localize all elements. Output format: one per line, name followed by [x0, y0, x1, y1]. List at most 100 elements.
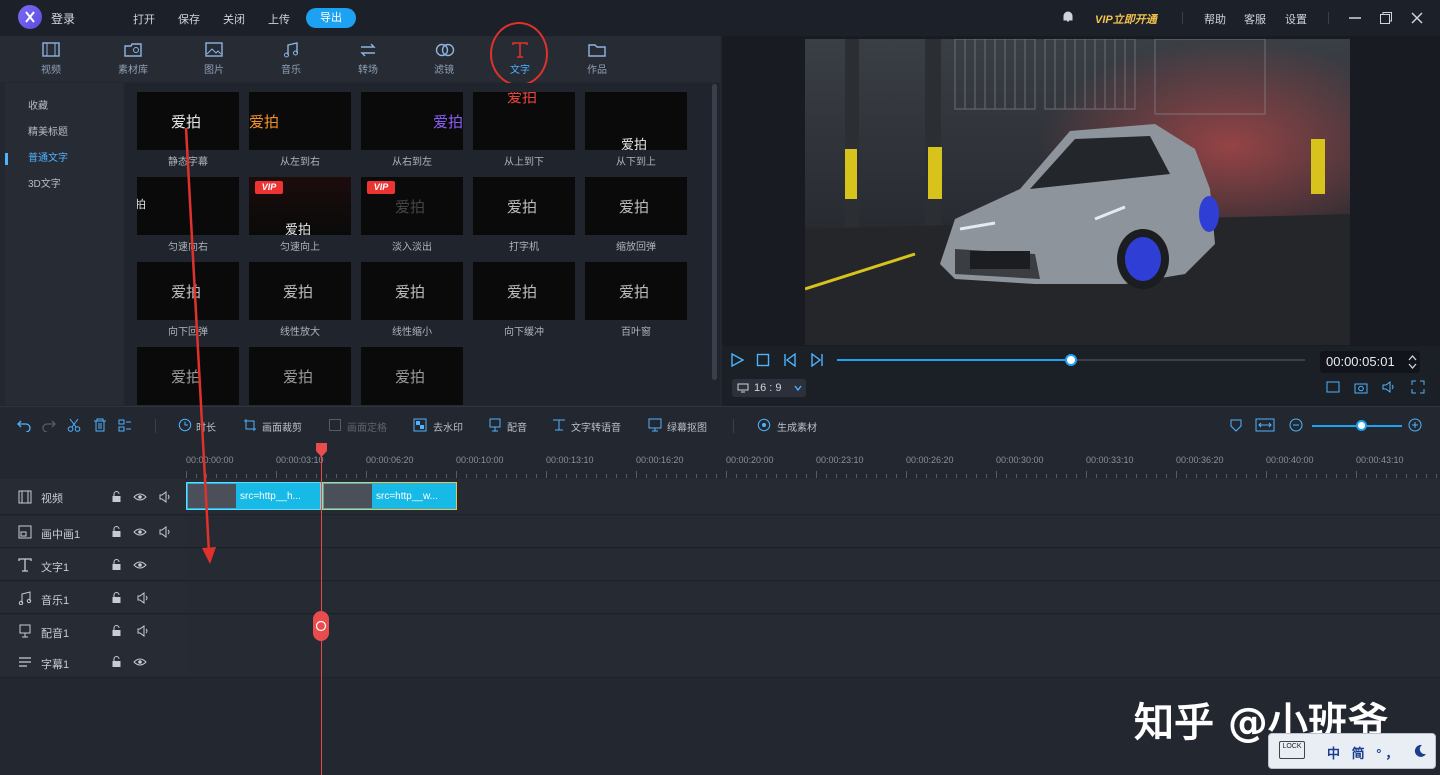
play-icon[interactable] — [730, 353, 744, 367]
save-menu[interactable]: 保存 — [178, 11, 200, 27]
restore-icon[interactable] — [1379, 11, 1393, 25]
ime-toolbar[interactable]: LOCK 中 简 °， — [1268, 733, 1436, 769]
track-subtitle[interactable] — [186, 646, 1440, 678]
volume-icon[interactable] — [158, 525, 172, 539]
volume-icon[interactable] — [136, 624, 150, 638]
shield-icon[interactable] — [1229, 418, 1243, 432]
template-tile[interactable]: 爱拍 — [361, 347, 463, 405]
volume-icon[interactable] — [1382, 380, 1396, 394]
greenscreen-icon[interactable] — [648, 418, 662, 432]
template-tile[interactable]: 拍 匀速向右 — [137, 177, 239, 253]
duration-button[interactable]: 时长 — [196, 419, 216, 434]
track-music[interactable] — [186, 582, 1440, 614]
watermark-remove-icon[interactable] — [413, 418, 427, 432]
zoom-knob[interactable] — [1356, 420, 1367, 431]
playhead-handle[interactable] — [316, 443, 327, 457]
mic-icon[interactable] — [488, 418, 502, 432]
tab-music[interactable]: 音乐 — [266, 42, 316, 76]
export-frame-icon[interactable] — [1326, 380, 1340, 394]
settings-link[interactable]: 设置 — [1285, 11, 1307, 27]
delete-icon[interactable] — [93, 418, 107, 432]
template-tile[interactable]: 爱拍 线性缩小 — [361, 262, 463, 338]
zoom-slider[interactable] — [1312, 420, 1402, 431]
text-to-speech-button[interactable]: 文字转语音 — [571, 419, 621, 434]
export-button[interactable]: 导出 — [306, 8, 356, 28]
track-dubbing[interactable] — [186, 615, 1440, 647]
fullscreen-icon[interactable] — [1411, 380, 1425, 394]
category-favorites[interactable]: 收藏 — [28, 97, 48, 112]
minimize-icon[interactable] — [1348, 11, 1362, 25]
bell-icon[interactable] — [1061, 10, 1075, 24]
zoom-in-icon[interactable] — [1408, 418, 1422, 432]
template-tile[interactable]: 爱拍 从右到左 — [361, 92, 463, 168]
camera-icon[interactable] — [1354, 380, 1368, 394]
template-tile[interactable]: 爱拍 向下回弹 — [137, 262, 239, 338]
track-header-pip[interactable]: 画中画1 — [0, 516, 186, 548]
generate-material-button[interactable]: 生成素材 — [777, 419, 817, 434]
template-tile[interactable]: 爱拍 — [137, 347, 239, 405]
track-video[interactable]: src=http__h... src=http__w... — [186, 479, 1440, 515]
upload-menu[interactable]: 上传 — [268, 11, 290, 27]
login-link[interactable]: 登录 — [51, 10, 75, 27]
eye-icon[interactable] — [133, 656, 147, 668]
zoom-out-icon[interactable] — [1289, 418, 1303, 432]
volume-icon[interactable] — [158, 490, 172, 504]
template-tile[interactable]: VIP 爱拍 匀速向上 — [249, 177, 351, 253]
stepper-icon[interactable] — [1408, 354, 1417, 370]
progress-slider[interactable] — [837, 354, 1305, 366]
freeze-frame-button[interactable]: 画面定格 — [347, 419, 387, 434]
template-tile[interactable]: 爱拍 — [249, 347, 351, 405]
tab-works[interactable]: 作品 — [572, 42, 622, 76]
track-pip[interactable] — [186, 516, 1440, 548]
template-tile[interactable]: 爱拍 缩放回弹 — [585, 177, 687, 253]
lock-icon[interactable] — [111, 625, 122, 637]
template-tile[interactable]: 爱拍 线性放大 — [249, 262, 351, 338]
video-clip[interactable]: src=http__w... — [322, 482, 457, 510]
track-header-video[interactable]: 视频 — [0, 479, 186, 515]
template-tile[interactable]: 爱拍 从上到下 — [473, 92, 575, 168]
track-header-text[interactable]: 文字1 — [0, 549, 186, 581]
moon-icon[interactable] — [1413, 743, 1427, 759]
service-link[interactable]: 客服 — [1244, 11, 1266, 27]
clock-icon[interactable] — [178, 418, 192, 432]
eye-icon[interactable] — [133, 526, 147, 538]
remove-watermark-button[interactable]: 去水印 — [433, 419, 463, 434]
template-tile[interactable]: 爱拍 打字机 — [473, 177, 575, 253]
help-link[interactable]: 帮助 — [1204, 11, 1226, 27]
tab-filter[interactable]: 滤镜 — [419, 42, 469, 76]
template-tile[interactable]: 爱拍 静态字幕 — [137, 92, 239, 168]
eye-icon[interactable] — [133, 491, 147, 503]
category-3d-text[interactable]: 3D文字 — [28, 175, 61, 190]
close-icon[interactable] — [1410, 11, 1424, 25]
vip-link[interactable]: VIP立即开通 — [1095, 11, 1157, 27]
lock-icon[interactable] — [111, 559, 122, 571]
redo-icon[interactable] — [42, 418, 56, 432]
previous-frame-icon[interactable] — [783, 353, 797, 367]
timeline-ruler[interactable]: 00:00:00:00 00:00:03:10 00:00:06:20 00:0… — [186, 444, 1440, 478]
lock-icon[interactable] — [111, 491, 122, 503]
template-tile[interactable]: 爱拍 从左到右 — [249, 92, 351, 168]
category-fancy-titles[interactable]: 精美标题 — [28, 123, 68, 138]
video-clip[interactable]: src=http__h... — [186, 482, 321, 510]
template-tile[interactable]: 爱拍 向下缓冲 — [473, 262, 575, 338]
template-tile[interactable]: 爱拍 百叶窗 — [585, 262, 687, 338]
chroma-key-button[interactable]: 绿幕抠图 — [667, 419, 707, 434]
track-header-subtitle[interactable]: 字幕1 — [0, 646, 186, 678]
category-plain-text[interactable]: 普通文字 — [28, 149, 68, 164]
playhead-knob[interactable] — [313, 611, 329, 641]
cut-icon[interactable] — [67, 418, 81, 432]
tab-video[interactable]: 视频 — [26, 42, 76, 76]
lock-icon[interactable] — [111, 656, 122, 668]
split-icon[interactable] — [118, 418, 132, 432]
generate-icon[interactable] — [757, 418, 771, 432]
tab-material[interactable]: 素材库 — [108, 42, 158, 76]
stop-icon[interactable] — [756, 353, 770, 367]
aspect-ratio-select[interactable]: 16 : 9 — [732, 379, 806, 397]
timecode-field[interactable]: 00:00:05:01 — [1320, 351, 1420, 373]
volume-icon[interactable] — [136, 591, 150, 605]
eye-icon[interactable] — [133, 559, 147, 571]
dubbing-button[interactable]: 配音 — [507, 419, 527, 434]
crop-icon[interactable] — [243, 418, 257, 432]
track-header-music[interactable]: 音乐1 — [0, 582, 186, 614]
undo-icon[interactable] — [17, 418, 31, 432]
